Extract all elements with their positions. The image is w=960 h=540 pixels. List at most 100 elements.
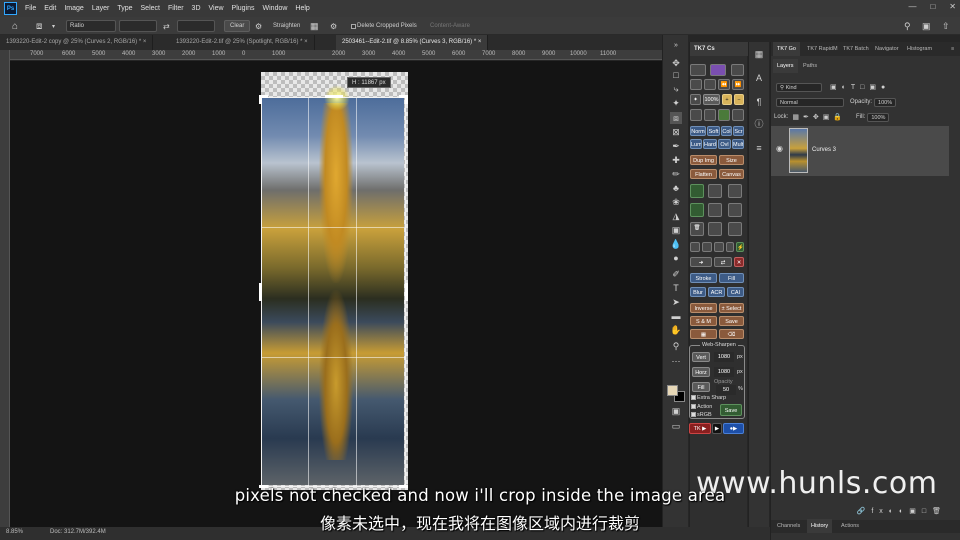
close-icon[interactable]: × — [304, 39, 308, 45]
more-tools-icon[interactable]: ⋯ — [670, 355, 682, 367]
trash-icon[interactable]: ⌫ — [719, 329, 744, 339]
vert-button[interactable]: Vert — [692, 352, 710, 362]
opacity-input[interactable]: 50 — [716, 385, 736, 395]
ovl-button[interactable]: Ovl — [718, 139, 731, 149]
layer-merge-icon[interactable] — [708, 203, 722, 217]
crop-handle-right[interactable] — [405, 283, 408, 301]
s-and-m-button[interactable]: S & M — [690, 316, 717, 326]
forward-icon[interactable]: ⏩ — [732, 79, 744, 90]
horz-input[interactable]: 1080 — [714, 367, 734, 377]
tab-tk7-rapidm[interactable]: TK7 RapidM — [803, 42, 842, 56]
quick-select-icon[interactable]: ✦ — [670, 97, 682, 109]
tab-document-1[interactable]: 1393220-Edit-2 copy @ 25% (Curves 2, RGB… — [0, 35, 154, 50]
blend-mode-select[interactable]: Normal — [776, 97, 844, 107]
healing-brush-icon[interactable]: ✚ — [670, 154, 682, 166]
tk-play-button[interactable]: TK ▶ — [689, 423, 711, 434]
crop-tool-icon[interactable]: ⧈ — [670, 112, 682, 124]
soft-button[interactable]: Soft — [707, 126, 720, 136]
quick-mask-icon[interactable]: ▣ — [670, 405, 682, 417]
menu-edit[interactable]: Edit — [40, 5, 60, 12]
crop-box[interactable] — [261, 97, 406, 487]
clear-button[interactable]: Clear — [224, 20, 251, 32]
close-icon[interactable]: ✕ — [949, 2, 956, 11]
share-icon[interactable]: ⇧ — [942, 20, 950, 32]
filter-icons[interactable]: ▣◐T□▣● — [830, 83, 890, 91]
tab-navigator[interactable]: Navigator — [871, 42, 903, 56]
fill-button[interactable]: Fill — [719, 273, 744, 283]
menu-select[interactable]: Select — [137, 5, 164, 12]
search-icon[interactable]: ⚲ — [904, 20, 911, 32]
character-icon[interactable]: A — [753, 72, 765, 84]
tab-paths[interactable]: Paths — [799, 59, 821, 73]
tab-document-3[interactable]: 2503461--Edit-2.tif @ 8.85% (Curves 3, R… — [336, 35, 489, 50]
arrow-right-icon[interactable]: ➜ — [690, 257, 712, 267]
bolt-icon[interactable]: ⚡ — [736, 242, 744, 252]
brush-black-icon[interactable] — [690, 109, 702, 121]
settings-icon[interactable] — [731, 64, 744, 76]
kind-filter-select[interactable]: ⚲ Kind — [776, 82, 822, 92]
layer-fill-icon[interactable] — [728, 203, 742, 217]
rewind-icon[interactable]: ⏪ — [718, 79, 730, 90]
shape-tool-icon[interactable]: ▬ — [670, 310, 682, 322]
menu-window[interactable]: Window — [259, 5, 292, 12]
group-icon[interactable] — [714, 242, 724, 252]
gradient-tool-icon[interactable]: ▣ — [670, 224, 682, 236]
fill-toggle-button[interactable]: Fill — [692, 382, 710, 392]
save-button[interactable]: Save — [719, 316, 744, 326]
close-x-icon[interactable]: ✕ — [734, 257, 744, 267]
width-input[interactable] — [119, 20, 157, 32]
canvas-button[interactable]: Canvas — [719, 169, 744, 179]
eraser-icon[interactable]: ◮ — [670, 210, 682, 222]
tab-histogram[interactable]: Histogram — [903, 42, 936, 56]
path-select-icon[interactable]: ➤ — [670, 296, 682, 308]
size-button[interactable]: Size — [719, 155, 744, 165]
tab-tk7-go[interactable]: TK7 Go — [773, 42, 800, 56]
opacity-input[interactable]: 100% — [874, 97, 897, 107]
minimize-icon[interactable]: — — [908, 2, 916, 11]
clone-stamp-icon[interactable]: ♣ — [670, 182, 682, 194]
tab-document-2[interactable]: 1393220-Edit-2.tif @ 25% (Spotlight, RGB… — [170, 35, 315, 50]
plusminus-select-button[interactable]: ± Select — [719, 303, 744, 313]
inverse-button[interactable]: Inverse — [690, 303, 717, 313]
hand-tool-icon[interactable]: ✋ — [670, 324, 682, 336]
gear-icon[interactable]: ⚙ — [330, 20, 337, 32]
stroke-button[interactable]: Stroke — [690, 273, 717, 283]
history-brush-icon[interactable]: ❀ — [670, 196, 682, 208]
marquee-tool-icon[interactable]: □ — [670, 69, 682, 81]
paragraph-icon[interactable]: ¶ — [753, 96, 765, 108]
dup-img-button[interactable]: Dup Img — [690, 155, 717, 165]
menu-plugins[interactable]: Plugins — [228, 5, 259, 12]
pen-tool-icon[interactable]: ✐ — [670, 268, 682, 280]
menu-view[interactable]: View — [205, 5, 228, 12]
cai-button[interactable]: CAI — [727, 287, 744, 297]
zoom-in-icon[interactable]: + — [722, 94, 732, 105]
crop-handle-left[interactable] — [259, 283, 262, 301]
fit-screen-icon[interactable]: ✦ — [690, 94, 701, 105]
user-play-icon[interactable]: ●▶ — [723, 423, 744, 434]
crop-handle-top[interactable] — [325, 95, 343, 98]
mult-button[interactable]: Mult — [732, 139, 744, 149]
close-icon[interactable]: × — [143, 39, 147, 45]
straighten-label[interactable]: Straighten — [273, 20, 300, 32]
web-sharpen-save-button[interactable]: Save — [720, 404, 742, 416]
extra-sharp-checkbox[interactable]: Extra Sharp — [691, 395, 726, 401]
blur-tool-icon[interactable]: 💧 — [670, 238, 682, 250]
layer-copy-icon[interactable] — [708, 184, 722, 198]
document-icon[interactable] — [704, 79, 716, 90]
foreground-color-swatch[interactable] — [667, 385, 678, 396]
zoom-out-icon[interactable]: − — [734, 94, 744, 105]
pin-icon[interactable] — [726, 242, 734, 252]
panel-menu-icon[interactable]: ≡ — [947, 42, 958, 56]
collapse-icon[interactable]: » — [670, 40, 682, 52]
swap-icon[interactable]: ⇄ — [163, 20, 170, 32]
zoom-tool-icon[interactable]: ⚲ — [670, 340, 682, 352]
eyedropper-icon[interactable]: ✒ — [670, 140, 682, 152]
layer-lock-icon[interactable] — [728, 222, 742, 236]
norm-button[interactable]: Norm — [690, 126, 706, 136]
layer-mask-icon[interactable] — [690, 203, 704, 217]
folder-icon[interactable] — [690, 79, 702, 90]
info-icon[interactable]: ⓘ — [753, 118, 765, 130]
fill-input[interactable]: 100% — [867, 112, 890, 122]
brush-green-icon[interactable] — [718, 109, 730, 121]
lasso-tool-icon[interactable]: ⤷ — [670, 83, 682, 95]
